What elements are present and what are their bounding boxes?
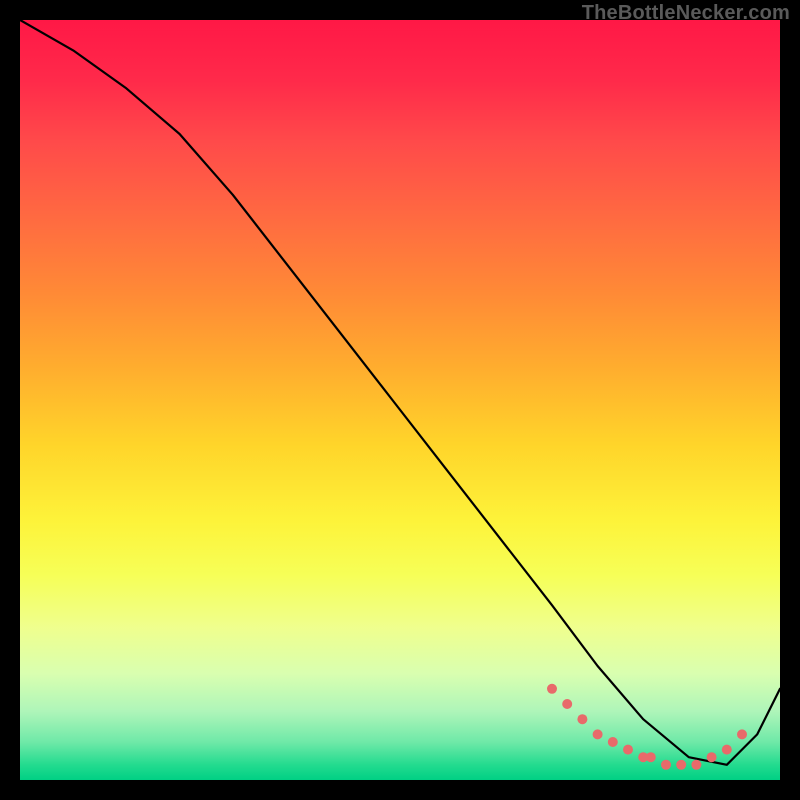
data-markers [547,684,747,770]
data-marker [691,760,701,770]
curve-line [20,20,780,765]
data-marker [638,752,648,762]
data-marker [547,684,557,694]
data-marker [623,745,633,755]
chart-stage: TheBottleNecker.com [0,0,800,800]
data-marker [661,760,671,770]
data-marker [676,760,686,770]
data-marker [707,752,717,762]
chart-overlay [20,20,780,780]
data-marker [593,729,603,739]
data-marker [722,745,732,755]
data-marker [737,729,747,739]
data-marker [577,714,587,724]
data-marker [562,699,572,709]
data-marker [608,737,618,747]
plot-area [20,20,780,780]
data-marker [646,752,656,762]
